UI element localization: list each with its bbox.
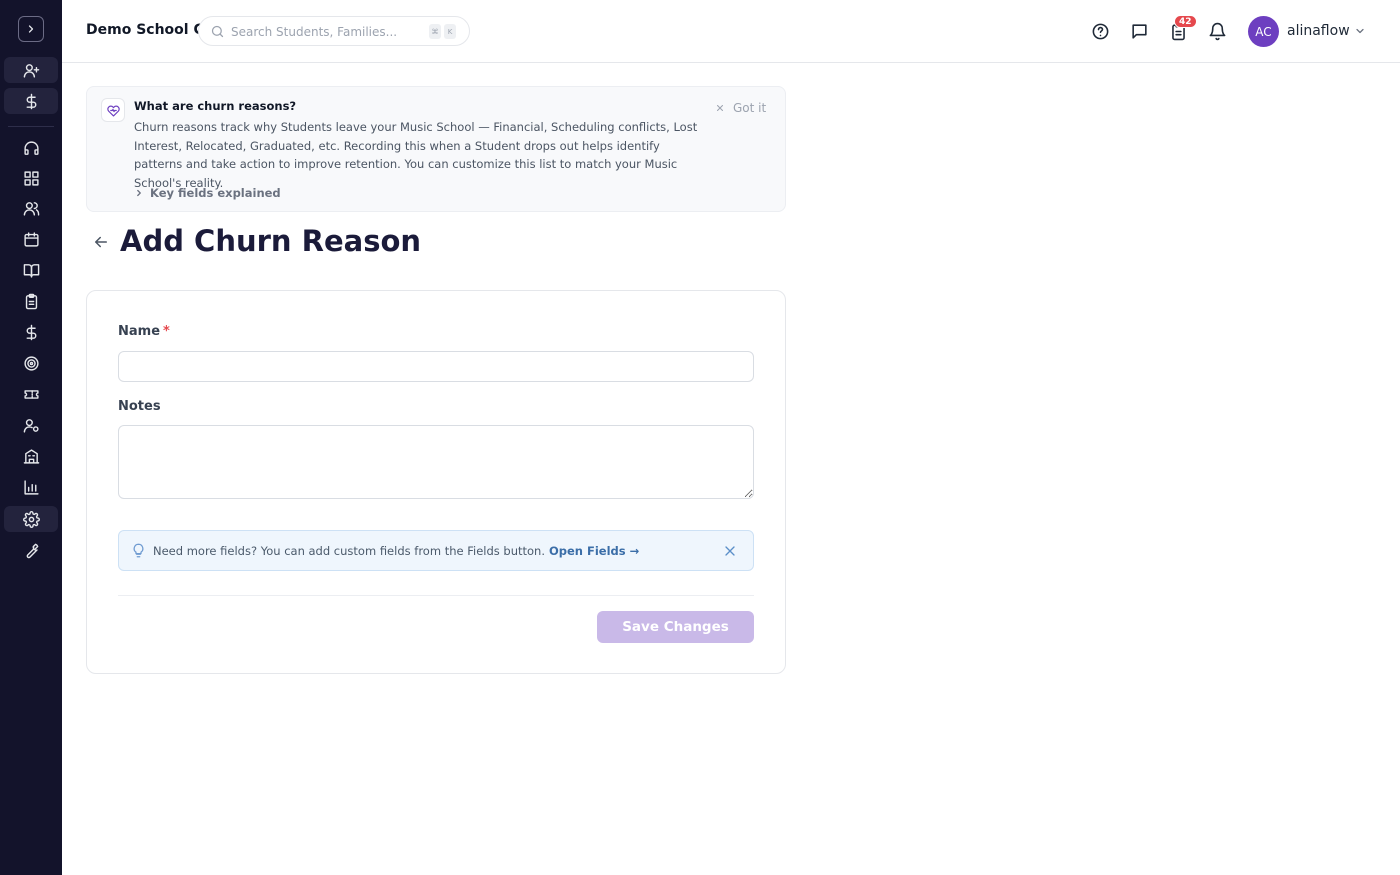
chevron-down-icon[interactable] xyxy=(1354,25,1366,37)
sidebar-item-dashboard[interactable] xyxy=(4,165,58,191)
notifications-button[interactable] xyxy=(1206,20,1228,42)
sidebar-item-tools[interactable] xyxy=(4,537,58,563)
tip-message: Need more fields? You can add custom fie… xyxy=(153,544,545,558)
heart-pulse-icon xyxy=(106,105,120,117)
notes-label: Notes xyxy=(118,399,161,414)
headset-icon xyxy=(23,140,39,155)
messages-button[interactable] xyxy=(1128,20,1150,42)
back-arrow-icon[interactable] xyxy=(92,233,110,251)
sidebar-expand-button[interactable] xyxy=(18,16,44,42)
settings-icon xyxy=(22,510,40,528)
search-icon xyxy=(211,25,224,38)
open-fields-link[interactable]: Open Fields → xyxy=(549,544,639,558)
info-banner-body: Churn reasons track why Students leave y… xyxy=(134,120,698,190)
save-changes-button[interactable]: Save Changes xyxy=(597,611,754,643)
sidebar-item-billing[interactable] xyxy=(4,319,58,345)
bell-icon xyxy=(1209,22,1225,40)
sidebar-item-lessons[interactable] xyxy=(4,257,58,283)
churn-reason-form: Name * Notes Need more fields? You can ad… xyxy=(86,290,786,674)
tip-text: Need more fields? You can add custom fie… xyxy=(153,544,639,558)
wrench-icon xyxy=(26,543,38,558)
got-it-button[interactable]: Got it xyxy=(715,101,766,115)
churn-info-banner: What are churn reasons? Churn reasons tr… xyxy=(86,86,786,212)
sidebar-divider xyxy=(8,126,54,127)
users-icon xyxy=(23,201,39,216)
top-header: Demo School C ⌘ K 42 AC alinaflow xyxy=(62,0,1400,63)
sidebar-item-tasks[interactable] xyxy=(4,288,58,314)
building-icon xyxy=(23,448,39,464)
sidebar xyxy=(0,0,62,875)
page-title: Add Churn Reason xyxy=(120,224,422,258)
sidebar-item-reports[interactable] xyxy=(4,474,58,500)
ticket-icon xyxy=(23,389,39,399)
sidebar-item-events[interactable] xyxy=(4,381,58,407)
username[interactable]: alinaflow xyxy=(1287,23,1350,39)
dashboard-icon xyxy=(23,170,39,186)
shortcut-key-cmd: ⌘ xyxy=(429,24,441,39)
search-input[interactable] xyxy=(231,23,421,41)
dollar-icon xyxy=(26,93,36,109)
key-fields-toggle[interactable]: Key fields explained xyxy=(134,186,281,200)
sidebar-item-calendar[interactable] xyxy=(4,226,58,252)
user-avatar[interactable]: AC xyxy=(1248,16,1279,47)
name-label: Name * xyxy=(118,324,170,339)
chart-icon xyxy=(23,479,39,495)
sidebar-item-support[interactable] xyxy=(4,135,58,161)
got-it-label: Got it xyxy=(733,101,767,115)
custom-fields-tip: Need more fields? You can add custom fie… xyxy=(118,530,754,571)
notes-textarea[interactable] xyxy=(118,425,754,499)
help-button[interactable] xyxy=(1089,20,1111,42)
calendar-icon xyxy=(23,231,39,247)
close-tip-icon[interactable] xyxy=(722,543,738,559)
user-settings-icon xyxy=(23,418,39,433)
sidebar-item-payments[interactable] xyxy=(4,88,58,114)
chevron-right-icon xyxy=(28,25,34,33)
add-user-icon xyxy=(23,63,39,78)
tasks-count-badge: 42 xyxy=(1174,15,1197,28)
sidebar-item-locations[interactable] xyxy=(4,443,58,469)
help-circle-icon xyxy=(1092,23,1108,39)
sidebar-item-add-user[interactable] xyxy=(4,57,58,83)
heart-icon-container xyxy=(101,98,125,122)
billing-dollar-icon xyxy=(26,324,36,340)
clipboard-icon xyxy=(25,293,37,309)
required-asterisk: * xyxy=(163,324,170,339)
lightbulb-icon xyxy=(133,543,144,558)
sidebar-item-goals[interactable] xyxy=(4,350,58,376)
global-search[interactable]: ⌘ K xyxy=(198,16,470,46)
target-icon xyxy=(23,355,39,371)
message-square-icon xyxy=(1131,23,1147,39)
chevron-right-icon xyxy=(137,189,141,197)
close-icon xyxy=(716,104,724,112)
sidebar-item-people[interactable] xyxy=(4,195,58,221)
name-input[interactable] xyxy=(118,351,754,382)
book-icon xyxy=(23,263,39,278)
sidebar-item-settings[interactable] xyxy=(4,506,58,532)
name-label-text: Name xyxy=(118,324,161,339)
form-divider xyxy=(118,595,754,596)
school-name[interactable]: Demo School C xyxy=(86,22,204,38)
shortcut-key-k: K xyxy=(444,24,456,39)
info-banner-title: What are churn reasons? xyxy=(134,99,297,113)
sidebar-item-staff[interactable] xyxy=(4,412,58,438)
key-fields-label: Key fields explained xyxy=(150,186,281,200)
